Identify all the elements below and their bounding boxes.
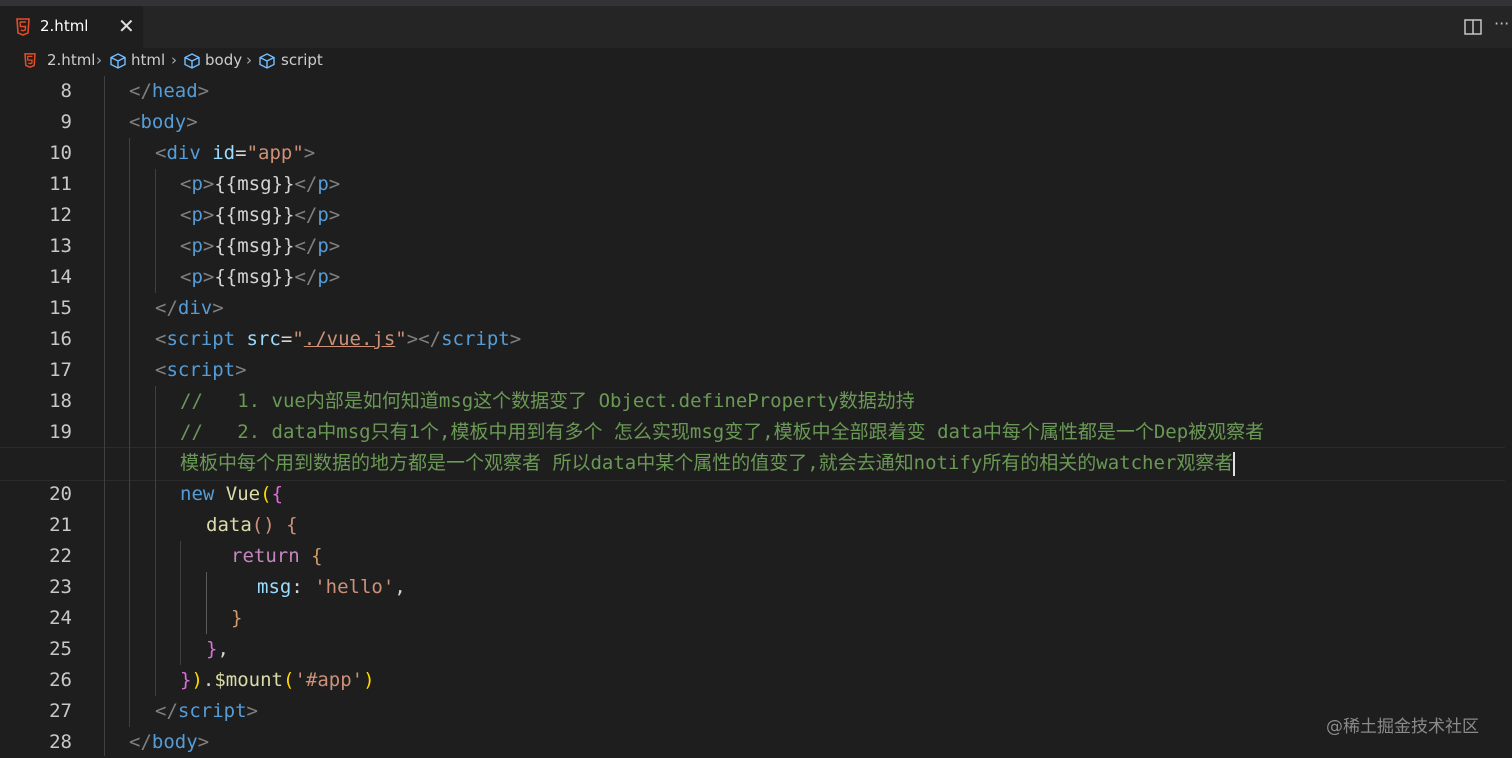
watermark: @稀土掘金技术社区	[1326, 717, 1479, 737]
code-comment: // 1. vue内部是如何知道msg这个数据变了 Object.defineP…	[180, 390, 915, 412]
code-line: new Vue({	[180, 483, 284, 505]
cube-element-icon	[110, 53, 126, 69]
chevron-right-icon: ›	[96, 51, 102, 69]
line-number: 20	[49, 483, 72, 505]
line-number-gutter: 8 9 10 11 12 13 14 15 16 17 18 19 20 21 …	[0, 76, 104, 756]
line-number: 27	[49, 700, 72, 722]
line-number: 8	[60, 80, 72, 102]
line-number: 23	[49, 576, 72, 598]
code-line: <p>{{msg}}</p>	[180, 266, 341, 288]
code-line: <p>{{msg}}</p>	[180, 235, 341, 257]
indent-guide	[155, 169, 156, 293]
indent-guide	[104, 76, 105, 756]
indent-guide	[180, 541, 181, 665]
line-number: 25	[49, 638, 72, 660]
line-number: 21	[49, 514, 72, 536]
cube-element-icon	[184, 53, 200, 69]
close-icon[interactable]: ✕	[118, 14, 135, 38]
code-line: </div>	[155, 297, 224, 319]
code-line: <p>{{msg}}</p>	[180, 173, 341, 195]
code-line: <p>{{msg}}</p>	[180, 204, 341, 226]
indent-guide	[206, 572, 207, 634]
line-number: 11	[49, 173, 72, 195]
code-line: <div id="app">	[155, 142, 316, 164]
code-line: <script>	[155, 359, 247, 381]
breadcrumb-body[interactable]: body	[205, 51, 242, 69]
line-number: 16	[49, 328, 72, 350]
code-line: return {	[231, 545, 323, 567]
code-line: <script src="./vue.js"></script>	[155, 328, 522, 350]
tab-label: 2.html	[40, 17, 89, 35]
line-number: 10	[49, 142, 72, 164]
line-number: 26	[49, 669, 72, 691]
code-line: }).$mount('#app')	[180, 669, 375, 691]
cube-element-icon	[259, 53, 275, 69]
line-number: 13	[49, 235, 72, 257]
line-number: 17	[49, 359, 72, 381]
breadcrumb: 2.html › html › body › script	[0, 48, 1512, 74]
tab-2-html[interactable]: 2.html ✕	[0, 6, 143, 48]
code-line: </script>	[155, 700, 258, 722]
vertical-scrollbar[interactable]	[1505, 76, 1512, 756]
breadcrumb-script[interactable]: script	[281, 51, 323, 69]
split-editor-icon[interactable]	[1464, 19, 1482, 35]
breadcrumb-html[interactable]: html	[131, 51, 165, 69]
line-number: 19	[49, 421, 72, 443]
indent-guide	[155, 386, 156, 696]
code-line: </head>	[129, 80, 210, 102]
code-comment-wrapped: 模板中每个用到数据的地方都是一个观察者 所以data中某个属性的值变了,就会去通…	[180, 451, 1236, 476]
code-line: <body>	[129, 111, 198, 133]
text-cursor	[1233, 451, 1236, 476]
html5-file-icon	[16, 18, 30, 36]
code-editor[interactable]: </head> <body> <div id="app"> <p>{{msg}}…	[104, 76, 1504, 756]
line-number: 15	[49, 297, 72, 319]
code-comment: // 2. data中msg只有1个,模板中用到有多个 怎么实现msg变了,模板…	[180, 421, 1265, 443]
line-number: 18	[49, 390, 72, 412]
line-number: 9	[60, 111, 72, 133]
line-number: 22	[49, 545, 72, 567]
html5-file-icon	[24, 53, 36, 68]
code-line: },	[206, 638, 229, 660]
line-number: 14	[49, 266, 72, 288]
line-number: 12	[49, 204, 72, 226]
chevron-right-icon: ›	[246, 51, 252, 69]
code-line: </body>	[129, 731, 210, 753]
breadcrumb-file[interactable]: 2.html	[47, 51, 95, 69]
chevron-right-icon: ›	[171, 51, 177, 69]
editor-tab-bar: 2.html ✕ ···	[0, 6, 1512, 48]
code-line: }	[231, 607, 243, 629]
code-line: data() {	[206, 514, 298, 536]
more-actions-icon[interactable]: ···	[1494, 14, 1509, 33]
line-number: 28	[49, 731, 72, 753]
indent-guide	[129, 138, 130, 727]
line-number: 24	[49, 607, 72, 629]
code-line: msg: 'hello',	[257, 576, 406, 598]
